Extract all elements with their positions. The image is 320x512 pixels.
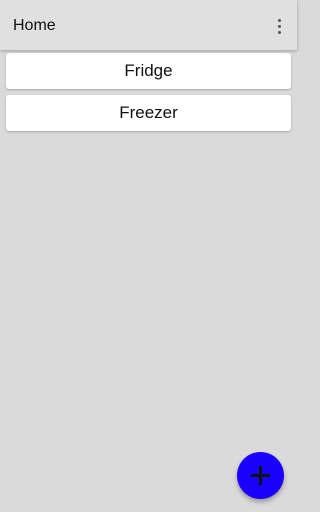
storage-list: Fridge Freezer — [6, 53, 291, 137]
more-vert-icon — [277, 18, 281, 22]
page-title: Home — [13, 17, 56, 34]
overflow-menu-button[interactable] — [269, 13, 289, 39]
add-button[interactable] — [237, 452, 284, 499]
list-item-fridge[interactable]: Fridge — [6, 53, 291, 89]
add-icon — [251, 466, 270, 485]
list-item-freezer[interactable]: Freezer — [6, 95, 291, 131]
app-bar: Home — [0, 0, 297, 50]
